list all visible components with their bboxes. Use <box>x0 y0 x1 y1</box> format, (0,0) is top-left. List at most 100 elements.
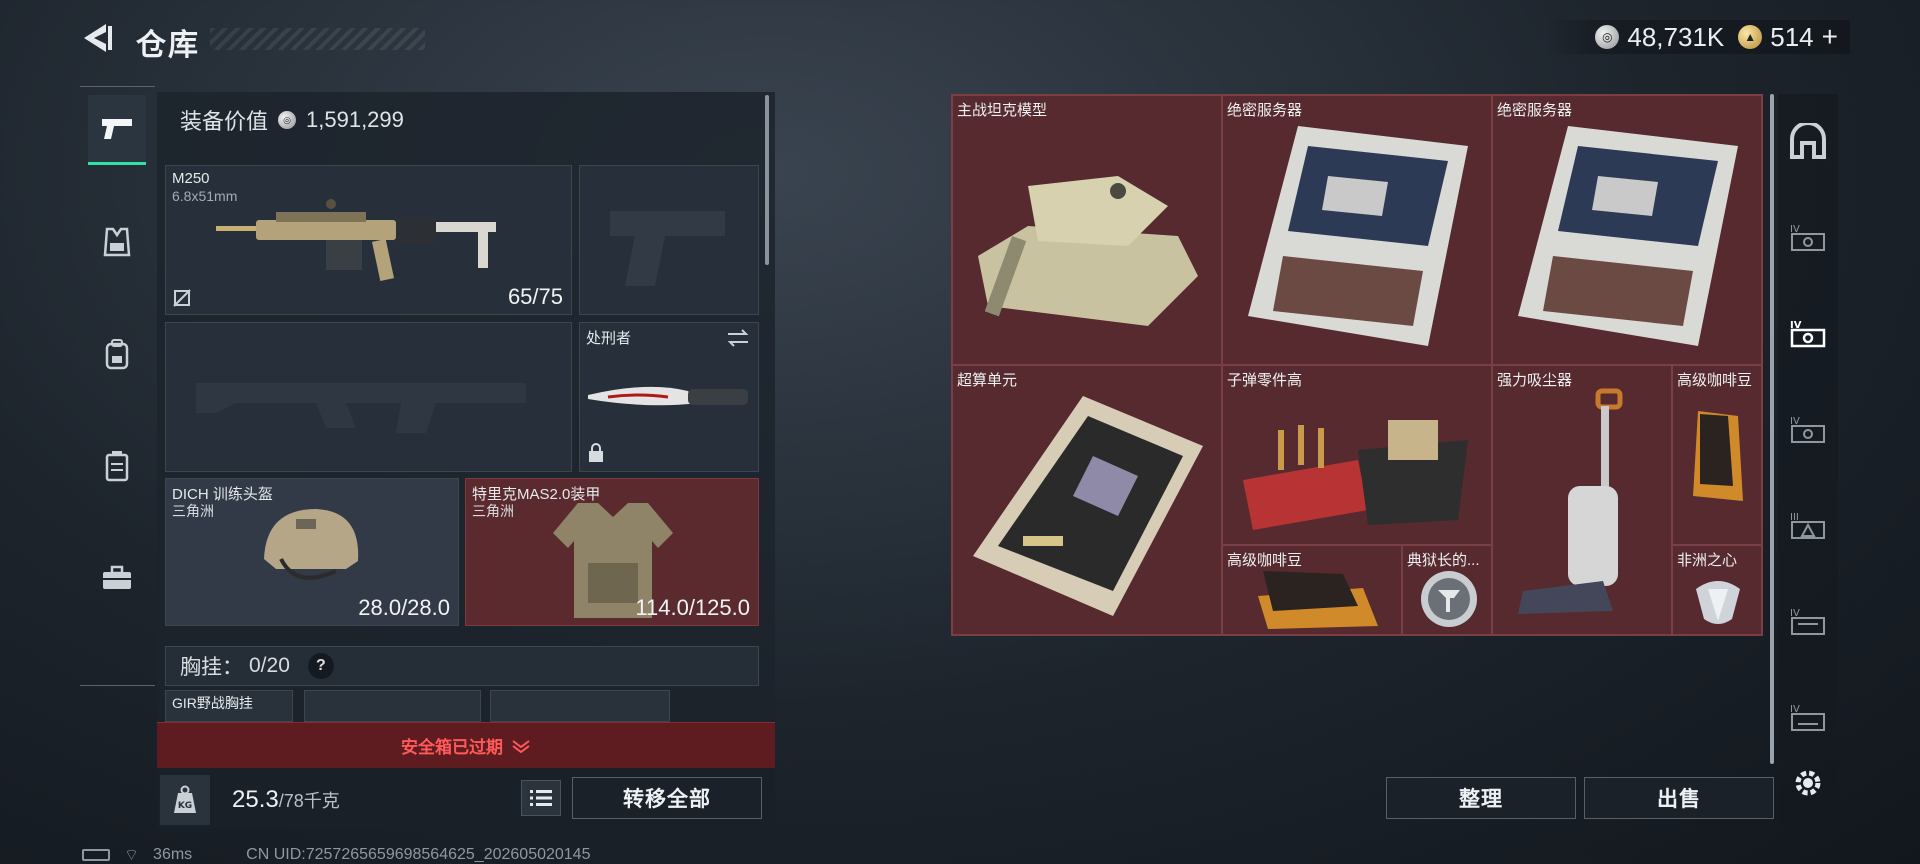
storage-item[interactable]: 子弹零件高 <box>1222 365 1492 545</box>
tab-backpack[interactable] <box>88 319 146 389</box>
list-view-button[interactable] <box>521 780 561 816</box>
melee-name: 处刑者 <box>586 330 632 347</box>
equipment-value-amount: 1,591,299 <box>306 107 404 132</box>
transfer-all-button[interactable]: 转移全部 <box>572 777 762 819</box>
supercomputer-unit-image <box>973 396 1203 616</box>
ping: 36ms <box>153 846 193 863</box>
weight-current: 25.3 <box>232 786 279 813</box>
sort-button[interactable]: 整理 <box>1386 777 1576 819</box>
storage-item[interactable]: 高级咖啡豆 <box>1672 365 1762 545</box>
helmet-durability: 28.0/28.0 <box>358 595 450 620</box>
storage-item[interactable]: 典狱长的... <box>1402 545 1492 635</box>
storage-item[interactable]: 强力吸尘器 <box>1492 365 1672 635</box>
armor-slot[interactable]: 特里克MAS2.0装甲 三角洲 114.0/125.0 <box>465 478 759 626</box>
case-icon <box>105 451 129 482</box>
pistol-icon <box>102 118 132 139</box>
silver-coin-icon: ◎ <box>278 111 297 129</box>
rig-slot-empty[interactable] <box>304 690 481 722</box>
equipment-scrollbar[interactable] <box>765 95 769 265</box>
chest-rig-row: 胸挂： 0/20 ? <box>165 646 759 686</box>
storage-page-icon: III <box>1790 512 1825 539</box>
battery-icon <box>82 849 110 861</box>
server-image <box>1248 126 1468 346</box>
silver-currency[interactable]: ◎ 48,731K <box>1595 22 1724 53</box>
pistol-silhouette-icon <box>610 211 725 286</box>
swap-icon[interactable] <box>726 329 750 347</box>
weight-max: /78千克 <box>278 791 340 811</box>
helmet-image <box>264 509 359 580</box>
page-title: 仓库 <box>136 29 200 62</box>
currency-display: ◎ 48,731K ▲ 514 + <box>1545 20 1850 54</box>
primary-weapon-slot[interactable]: M250 6.8x51mm 65/75 <box>165 165 572 315</box>
weapon-ammo: 65/75 <box>507 284 563 309</box>
gold-currency[interactable]: ▲ 514 + <box>1738 21 1838 53</box>
uid: CN UID:7257265659698564625_202605020145 <box>246 846 591 863</box>
tab-storage-page-4d[interactable]: IV <box>1785 694 1831 740</box>
tab-weapons[interactable] <box>88 95 146 165</box>
back-button[interactable] <box>80 20 116 56</box>
storage-item[interactable]: 绝密服务器 <box>1492 95 1762 365</box>
rig-item-slot[interactable]: GIR野战胸挂 <box>165 690 293 722</box>
coffee-beans-image <box>1693 411 1743 501</box>
status-bar: ⌔ 36ms CN UID:7257265659698564625_202605… <box>82 845 590 864</box>
chest-rig-count: 0/20 <box>249 654 290 677</box>
kg-weight-icon: KG <box>174 785 196 813</box>
equipment-value: 装备价值 ◎ 1,591,299 <box>180 104 404 136</box>
help-button[interactable]: ? <box>307 653 334 679</box>
bullet-parts-image <box>1243 420 1468 530</box>
helmet-slot[interactable]: DICH 训练头盔 三角洲 28.0/28.0 <box>165 478 459 626</box>
tab-storage-main[interactable] <box>1785 118 1831 164</box>
pistol-slot-empty[interactable] <box>579 165 759 315</box>
machine-gun-image <box>216 199 496 282</box>
storage-scrollbar[interactable] <box>1770 94 1774 764</box>
svg-text:KG: KG <box>178 801 192 811</box>
item-name: 高级咖啡豆 <box>1677 372 1753 389</box>
backpack-icon <box>105 339 129 370</box>
settings-button[interactable] <box>1785 760 1831 806</box>
tab-toolbox[interactable] <box>88 543 146 613</box>
vacuum-cleaner-image <box>1518 388 1623 614</box>
server-image <box>1518 126 1738 346</box>
weight-icon-box: KG <box>160 775 210 825</box>
tab-vest[interactable] <box>88 207 146 277</box>
tab-storage-page-3[interactable]: III <box>1785 502 1831 548</box>
equipment-tab-rail <box>80 86 155 686</box>
item-name: 非洲之心 <box>1677 552 1738 569</box>
wifi-icon: ⌔ <box>124 847 140 864</box>
tab-case[interactable] <box>88 431 146 501</box>
armor-map: 三角洲 <box>472 503 514 519</box>
tab-storage-page-4[interactable]: IV <box>1785 214 1831 260</box>
secondary-weapon-slot-empty[interactable] <box>165 322 572 472</box>
warden-badge-image <box>1421 571 1477 627</box>
storage-item[interactable]: 高级咖啡豆 <box>1222 545 1402 635</box>
storage-page-icon: IV <box>1790 416 1825 443</box>
storage-page-icon: IV <box>1790 608 1825 635</box>
list-icon <box>530 790 552 806</box>
weapon-name: M250 <box>172 170 210 187</box>
add-gold-button[interactable]: + <box>1822 21 1838 53</box>
storage-page-icon: IV <box>1790 320 1826 348</box>
toolbox-icon <box>103 565 131 589</box>
rig-slot-empty[interactable] <box>490 690 670 722</box>
back-arrow-icon <box>84 24 112 52</box>
gold-amount: 514 <box>1770 21 1814 52</box>
storage-page-icon: IV <box>1790 224 1825 251</box>
storage-item[interactable]: 主战坦克模型 <box>952 95 1222 365</box>
storage-item[interactable]: 非洲之心 <box>1672 545 1762 635</box>
gold-coin-icon: ▲ <box>1738 25 1763 49</box>
tab-storage-page-4b[interactable]: IV <box>1785 406 1831 452</box>
no-attachment-icon <box>173 289 191 307</box>
safebox-expired-banner[interactable]: 安全箱已过期 <box>157 722 775 768</box>
tab-storage-page-4c[interactable]: IV <box>1785 598 1831 644</box>
melee-slot[interactable]: 处刑者 <box>579 322 759 472</box>
safebox-expired-text: 安全箱已过期 <box>401 738 503 757</box>
heart-of-africa-diamond-image <box>1696 581 1740 624</box>
coffee-beans-image <box>1258 571 1378 629</box>
sell-button[interactable]: 出售 <box>1584 777 1774 819</box>
item-name: 典狱长的... <box>1407 552 1480 569</box>
storage-item[interactable]: 绝密服务器 <box>1222 95 1492 365</box>
storage-item[interactable]: 超算单元 <box>952 365 1222 635</box>
silver-amount: 48,731K <box>1627 21 1725 52</box>
tab-storage-page-4-active[interactable]: IV <box>1785 310 1831 356</box>
tank-model-image <box>978 176 1198 326</box>
